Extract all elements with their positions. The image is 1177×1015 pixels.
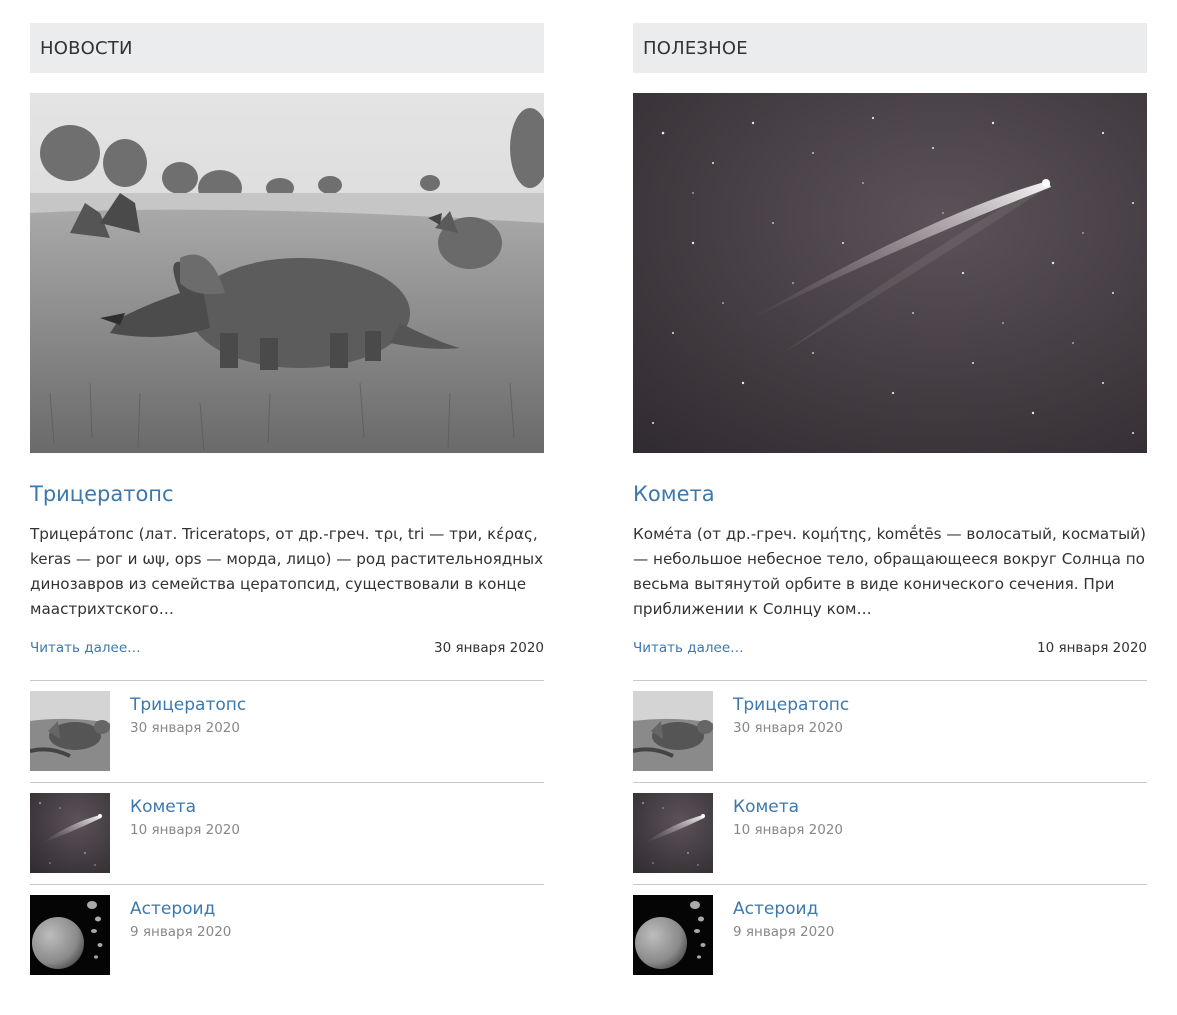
featured-meta: Читать далее… 10 января 2020 [633, 638, 1147, 658]
section-header-useful: ПОЛЕЗНОЕ [633, 23, 1147, 73]
thumbnail-asteroid[interactable] [30, 895, 110, 975]
related-date: 30 января 2020 [733, 720, 843, 736]
news-column: НОВОСТИ Трицератопс Трицера́топс (лат. T… [30, 23, 544, 987]
thumbnail-comet[interactable] [633, 793, 713, 873]
related-list: Трицератопс 30 января 2020 Комета 10 янв… [30, 680, 544, 987]
featured-image-triceratops[interactable] [30, 93, 544, 453]
list-item: Астероид 9 января 2020 [30, 885, 544, 987]
read-more-link[interactable]: Читать далее… [30, 640, 141, 656]
section-title: ПОЛЕЗНОЕ [643, 37, 748, 59]
related-title[interactable]: Астероид [130, 898, 231, 920]
featured-date: 30 января 2020 [434, 640, 544, 656]
list-item: Комета 10 января 2020 [30, 783, 544, 885]
featured-excerpt: Трицера́топс (лат. Triceratops, от др.-г… [30, 525, 544, 618]
related-title[interactable]: Комета [733, 796, 843, 818]
featured-meta: Читать далее… 30 января 2020 [30, 638, 544, 658]
thumbnail-asteroid[interactable] [633, 895, 713, 975]
featured-title[interactable]: Трицератопс [30, 479, 544, 509]
featured-date: 10 января 2020 [1037, 640, 1147, 656]
related-title[interactable]: Трицератопс [130, 694, 246, 716]
related-title[interactable]: Комета [130, 796, 240, 818]
related-date: 9 января 2020 [733, 924, 835, 940]
featured-title[interactable]: Комета [633, 479, 1147, 509]
section-title: НОВОСТИ [40, 37, 133, 59]
section-header-news: НОВОСТИ [30, 23, 544, 73]
list-item: Астероид 9 января 2020 [633, 885, 1147, 987]
related-date: 10 января 2020 [130, 822, 240, 838]
list-item: Комета 10 января 2020 [633, 783, 1147, 885]
read-more-link[interactable]: Читать далее… [633, 640, 744, 656]
related-title[interactable]: Трицератопс [733, 694, 849, 716]
thumbnail-triceratops[interactable] [30, 691, 110, 771]
related-date: 30 января 2020 [130, 720, 240, 736]
list-item: Трицератопс 30 января 2020 [30, 681, 544, 783]
thumbnail-triceratops[interactable] [633, 691, 713, 771]
featured-excerpt: Коме́та (от др.-греч. κομήτης, komḗtēs —… [633, 525, 1146, 618]
useful-column: ПОЛЕЗНОЕ Комета Коме́та (от др.-греч. κο… [633, 23, 1147, 987]
related-date: 10 января 2020 [733, 822, 843, 838]
related-title[interactable]: Астероид [733, 898, 834, 920]
thumbnail-comet[interactable] [30, 793, 110, 873]
featured-image-comet[interactable] [633, 93, 1147, 453]
list-item: Трицератопс 30 января 2020 [633, 681, 1147, 783]
related-list: Трицератопс 30 января 2020 Комета 10 янв… [633, 680, 1147, 987]
related-date: 9 января 2020 [130, 924, 232, 940]
